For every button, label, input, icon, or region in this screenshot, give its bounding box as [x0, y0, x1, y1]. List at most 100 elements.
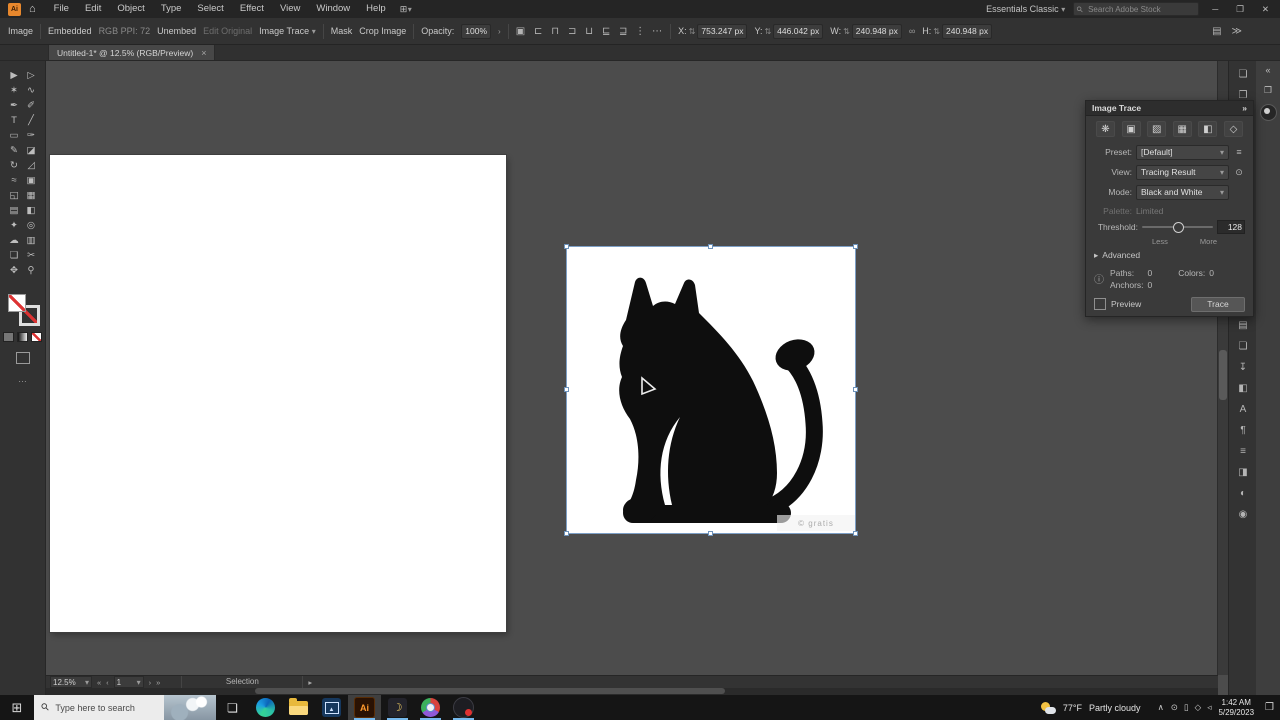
preset-dropdown[interactable]: [Default] ▾	[1136, 144, 1229, 160]
menu-item[interactable]: Object	[109, 0, 152, 18]
panel-dock-icon[interactable]: ▤	[1212, 26, 1221, 37]
tray-app-2-icon[interactable]: ▯	[1184, 702, 1189, 713]
minimize-button[interactable]: ─	[1207, 4, 1223, 14]
taskbar-app-file-explorer[interactable]	[282, 695, 315, 720]
artboard[interactable]	[50, 155, 506, 632]
preset-auto-color-icon[interactable]: ❋	[1096, 121, 1115, 137]
h-value[interactable]: 240.948 px	[942, 23, 993, 39]
collapse-control-icon[interactable]: ≫	[1232, 26, 1242, 37]
preset-menu-icon[interactable]: ≡	[1233, 147, 1245, 157]
x-value[interactable]: 753.247 px	[697, 23, 748, 39]
home-icon[interactable]: ⌂	[29, 3, 36, 15]
artboard-number-dropdown[interactable]: 1 ▾	[113, 676, 144, 688]
x-field[interactable]: X: ⇅ 753.247 px	[678, 23, 748, 39]
image-trace-panel-header[interactable]: Image Trace »	[1086, 101, 1253, 116]
slice-tool[interactable]: ✂	[23, 248, 40, 263]
close-button[interactable]: ✕	[1257, 4, 1274, 15]
selection-handle[interactable]	[708, 244, 713, 249]
taskbar-search-input[interactable]	[53, 701, 158, 714]
align-center-h-icon[interactable]: ⊓	[549, 26, 561, 37]
lasso-tool[interactable]: ∿	[23, 83, 40, 98]
selection-handle[interactable]	[853, 387, 858, 392]
w-field[interactable]: W: ⇅ 240.948 px	[830, 23, 902, 39]
menu-item[interactable]: Effect	[232, 0, 272, 18]
curvature-tool[interactable]: ✐	[23, 98, 40, 113]
selection-handle[interactable]	[564, 531, 569, 536]
weather-icon[interactable]	[1040, 701, 1056, 715]
color-button[interactable]	[3, 332, 14, 342]
gradient-tool[interactable]: ◧	[23, 203, 40, 218]
task-view-button[interactable]: ❏	[216, 695, 249, 720]
tray-app-3-icon[interactable]: ◇	[1195, 702, 1202, 713]
link-dimensions-icon[interactable]: ∞	[909, 26, 915, 36]
image-trace-dropdown[interactable]: Image Trace ▾	[259, 26, 316, 36]
preset-high-color-icon[interactable]: ▣	[1121, 121, 1141, 137]
taskbar-app-chrome[interactable]	[414, 695, 447, 720]
shape-builder-tool[interactable]: ◱	[6, 188, 23, 203]
adobe-search-input[interactable]	[1086, 3, 1196, 15]
asset-export-panel-icon[interactable]: ↧	[1229, 357, 1257, 378]
stepper-icon[interactable]: ⇅	[764, 27, 771, 36]
appearance-panel-icon[interactable]: ◉	[1229, 504, 1257, 525]
preset-low-color-icon[interactable]: ▨	[1147, 121, 1167, 137]
tray-app-4-icon[interactable]: ◃	[1207, 702, 1211, 713]
collapse-panel-icon[interactable]: »	[1242, 103, 1247, 113]
arrange-documents-icon[interactable]: ⊞ ▾	[400, 4, 412, 15]
preset-grayscale-icon[interactable]: ▦	[1172, 121, 1192, 137]
view-dropdown[interactable]: Tracing Result ▾	[1136, 164, 1229, 180]
pen-tool[interactable]: ✒	[6, 98, 23, 113]
symbol-sprayer-tool[interactable]: ☁	[6, 233, 23, 248]
artboards-panel-icon[interactable]: ❏	[1229, 336, 1257, 357]
unembed-button[interactable]: Unembed	[157, 26, 196, 36]
scrollbar-thumb[interactable]	[255, 688, 725, 694]
taskbar-clock[interactable]: 1:42 AM 5/29/2023	[1218, 698, 1254, 718]
align-bottom-icon[interactable]: ⊒	[617, 26, 629, 37]
character-panel-icon[interactable]: A	[1229, 399, 1257, 420]
align-top-icon[interactable]: ⊔	[583, 26, 595, 37]
width-tool[interactable]: ≈	[6, 173, 23, 188]
zoom-tool[interactable]: ⚲	[23, 263, 40, 278]
eye-icon[interactable]: ⊙	[1233, 167, 1245, 178]
selection-handle[interactable]	[564, 387, 569, 392]
opacity-field[interactable]: 100%	[461, 23, 492, 39]
graphic-style-icon[interactable]: ▣	[516, 26, 525, 37]
stepper-icon[interactable]: ⇅	[689, 27, 696, 36]
y-field[interactable]: Y: ⇅ 446.042 px	[754, 23, 824, 39]
align-right-icon[interactable]: ⊐	[566, 26, 578, 37]
type-tool[interactable]: T	[6, 113, 23, 128]
taskbar-app-illustrator[interactable]: Ai	[348, 695, 381, 720]
paintbrush-tool[interactable]: ✑	[23, 128, 40, 143]
menu-item[interactable]: File	[46, 0, 77, 18]
first-artboard-button[interactable]: «	[97, 678, 101, 687]
preview-checkbox[interactable]	[1094, 298, 1106, 310]
properties-panel-icon[interactable]: ❐	[1256, 80, 1280, 100]
blend-tool[interactable]: ◎	[23, 218, 40, 233]
taskbar-app-photos[interactable]: ▲	[315, 695, 348, 720]
scale-tool[interactable]: ◿	[23, 158, 40, 173]
draw-mode-button[interactable]	[15, 352, 30, 364]
weather-temp[interactable]: 77°F	[1063, 703, 1082, 713]
threshold-value[interactable]: 128	[1217, 220, 1245, 234]
layers-panel-icon[interactable]: ▤	[1229, 315, 1257, 336]
selection-handle[interactable]	[708, 531, 713, 536]
notification-center-icon[interactable]: ❒	[1261, 702, 1274, 713]
mesh-tool[interactable]: ▤	[6, 203, 23, 218]
gradient-button[interactable]	[17, 332, 28, 342]
line-segment-tool[interactable]: ╱	[23, 113, 40, 128]
menu-item[interactable]: Select	[189, 0, 231, 18]
fill-stroke-controls[interactable]	[7, 294, 40, 326]
paragraph-panel-icon[interactable]: ¶	[1229, 420, 1257, 441]
cc-sync-sphere-icon[interactable]	[1259, 104, 1277, 121]
expand-panels-icon[interactable]: «	[1256, 60, 1280, 80]
preset-black-white-icon[interactable]: ◧	[1198, 121, 1218, 137]
mode-dropdown[interactable]: Black and White ▾	[1136, 184, 1229, 200]
advanced-toggle[interactable]: ▸ Advanced	[1094, 248, 1245, 262]
selection-tool[interactable]: ▶	[6, 68, 23, 83]
menu-item[interactable]: View	[272, 0, 308, 18]
align-left-icon[interactable]: ⊏	[532, 26, 544, 37]
transparency-panel-icon[interactable]: ◐	[1229, 483, 1257, 504]
threshold-slider[interactable]	[1142, 222, 1213, 233]
workspace-switcher[interactable]: Essentials Classic ▾	[986, 4, 1065, 14]
stepper-icon[interactable]: ⇅	[843, 27, 850, 36]
fill-swatch-none[interactable]	[7, 294, 26, 312]
